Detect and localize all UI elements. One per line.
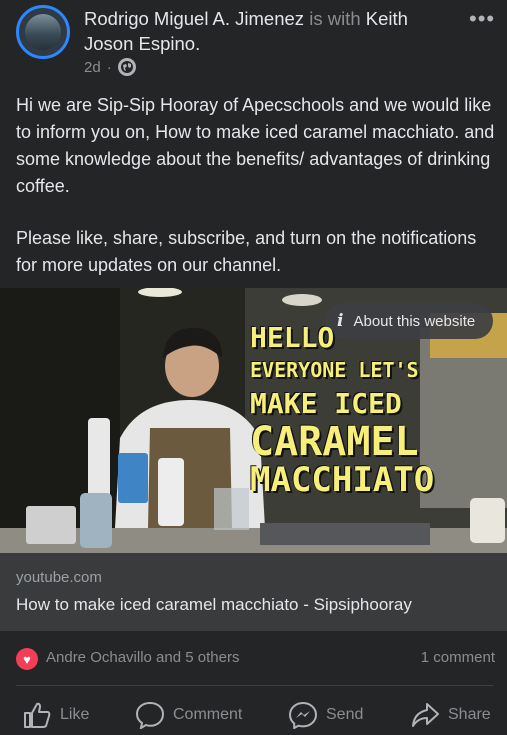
love-reaction-icon[interactable]: ♥: [16, 648, 38, 670]
send-button[interactable]: Send: [288, 701, 363, 729]
link-domain: youtube.com: [16, 569, 102, 586]
avatar[interactable]: [16, 5, 70, 59]
link-preview[interactable]: youtube.com How to make iced caramel mac…: [0, 553, 507, 631]
link-title: How to make iced caramel macchiato - Sip…: [16, 595, 412, 614]
post-text: Hi we are Sip-Sip Hooray of Apecschools …: [16, 92, 496, 304]
overlay-line-1: HELLO: [250, 321, 335, 354]
reaction-names[interactable]: Andre Ochavillo and 5 others: [46, 649, 239, 666]
post-time[interactable]: 2d: [84, 59, 101, 76]
reaction-summary: ♥ Andre Ochavillo and 5 others 1 comment: [0, 640, 507, 676]
action-bar: Like Comment Send Share: [0, 697, 507, 735]
video-thumbnail[interactable]: i About this website HELLO EVERYONE LET'…: [0, 288, 507, 553]
comment-label: Comment: [173, 706, 243, 723]
separator-dot: ·: [106, 58, 112, 76]
overlay-line-3: MAKE ICED: [250, 387, 402, 420]
divider: [16, 685, 493, 686]
share-label: Share: [448, 706, 491, 723]
author-name[interactable]: Rodrigo Miguel A. Jimenez: [84, 8, 304, 29]
more-icon[interactable]: •••: [469, 6, 495, 32]
post-meta: 2d ·: [84, 58, 136, 76]
comment-icon: [135, 701, 165, 729]
like-label: Like: [60, 706, 90, 723]
overlay-line-4: CARAMEL: [250, 419, 419, 465]
with-text: is with: [309, 8, 361, 29]
comment-count[interactable]: 1 comment: [421, 649, 495, 666]
post-paragraph-2: Please like, share, subscribe, and turn …: [16, 228, 477, 275]
send-label: Send: [326, 706, 364, 723]
comment-button[interactable]: Comment: [135, 701, 242, 729]
post-paragraph-1: Hi we are Sip-Sip Hooray of Apecschools …: [16, 95, 495, 196]
share-button[interactable]: Share: [410, 701, 491, 729]
overlay-line-5: MACCHIATO: [250, 460, 435, 500]
overlay-line-2: EVERYONE LET'S: [250, 358, 419, 382]
like-button[interactable]: Like: [22, 701, 89, 729]
thumbnail-overlay-text: HELLO EVERYONE LET'S MAKE ICED CARAMEL M…: [250, 321, 480, 497]
globe-icon: [117, 58, 136, 76]
like-icon: [24, 702, 51, 728]
share-icon: [412, 703, 439, 727]
author-line: Rodrigo Miguel A. Jimenez is with Keith …: [84, 6, 454, 56]
post-header: Rodrigo Miguel A. Jimenez is with Keith …: [0, 0, 507, 90]
messenger-icon: [288, 701, 318, 729]
